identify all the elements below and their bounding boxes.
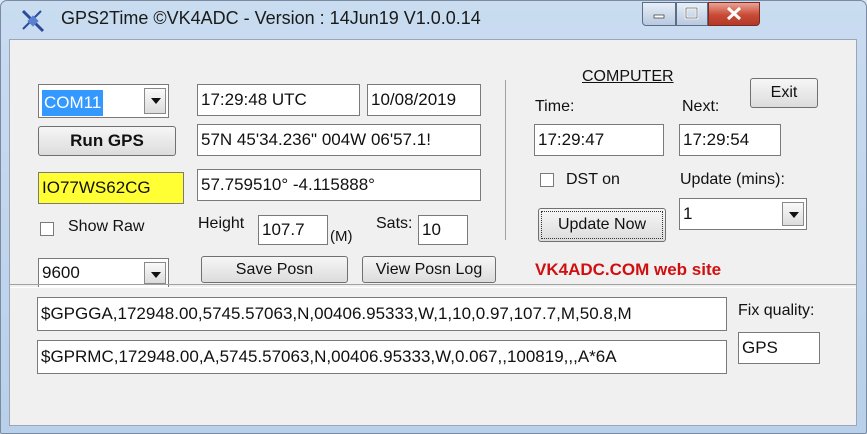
satellite-icon — [21, 9, 45, 33]
update-mins-select[interactable]: 1 — [679, 198, 807, 230]
position-decimal-field: 57.759510° -4.115888° — [197, 169, 481, 201]
show-raw-checkbox[interactable] — [40, 222, 54, 236]
utc-time-field: 17:29:48 UTC — [197, 84, 360, 116]
maximize-icon — [684, 6, 699, 20]
main-panel: COM11 Run GPS IO77WS62CG Show Raw 9600 1… — [9, 39, 857, 426]
show-raw-label: Show Raw — [68, 218, 145, 235]
height-unit-label: (M) — [330, 228, 353, 245]
fix-quality-label: Fix quality: — [738, 302, 815, 319]
locator-field: IO77WS62CG — [38, 172, 184, 204]
close-button[interactable] — [708, 2, 760, 26]
time-label: Time: — [535, 98, 575, 115]
sats-label: Sats: — [376, 215, 413, 232]
chevron-down-icon — [144, 88, 166, 114]
com-port-value: COM11 — [42, 90, 104, 116]
position-dms-field: 57N 45'34.236" 004W 06'57.1! — [197, 124, 481, 156]
gprmc-sentence-field: $GPRMC,172948.00,A,5745.57063,N,00406.95… — [37, 340, 727, 374]
section-divider — [505, 80, 506, 240]
sats-field: 10 — [418, 215, 468, 245]
minimize-icon — [653, 14, 665, 19]
update-mins-value: 1 — [683, 204, 693, 223]
height-label: Height — [198, 215, 245, 232]
dst-checkbox[interactable] — [540, 173, 554, 187]
app-window: GPS2Time ©VK4ADC - Version : 14Jun19 V1.… — [0, 0, 867, 434]
maximize-button[interactable] — [676, 2, 708, 26]
fix-quality-field: GPS — [738, 332, 820, 364]
divider — [10, 284, 856, 288]
dst-label: DST on — [566, 171, 620, 188]
minimize-button[interactable] — [642, 2, 676, 26]
exit-button[interactable]: Exit — [750, 78, 818, 108]
window-title: GPS2Time ©VK4ADC - Version : 14Jun19 V1.… — [61, 8, 481, 28]
chevron-down-icon — [144, 262, 166, 284]
next-update-field: 17:29:54 — [679, 124, 781, 156]
run-gps-button[interactable]: Run GPS — [38, 126, 176, 156]
title-bar[interactable]: GPS2Time ©VK4ADC - Version : 14Jun19 V1.… — [1, 1, 866, 37]
update-now-button[interactable]: Update Now — [538, 208, 666, 242]
view-position-log-button[interactable]: View Posn Log — [362, 256, 496, 283]
next-label: Next: — [682, 98, 720, 115]
computer-time-field: 17:29:47 — [534, 124, 664, 156]
website-link[interactable]: VK4ADC.COM web site — [535, 260, 721, 280]
baud-value: 9600 — [42, 263, 80, 282]
computer-heading: COMPUTER — [582, 68, 674, 85]
height-field: 107.7 — [258, 215, 328, 245]
date-field: 10/08/2019 — [367, 84, 481, 116]
chevron-down-icon — [782, 202, 804, 226]
save-position-button[interactable]: Save Posn — [201, 256, 348, 283]
gpgga-sentence-field: $GPGGA,172948.00,5745.57063,N,00406.9533… — [37, 297, 727, 331]
close-icon — [726, 6, 742, 21]
com-port-select[interactable]: COM11 — [38, 84, 169, 118]
update-mins-label: Update (mins): — [680, 171, 785, 188]
